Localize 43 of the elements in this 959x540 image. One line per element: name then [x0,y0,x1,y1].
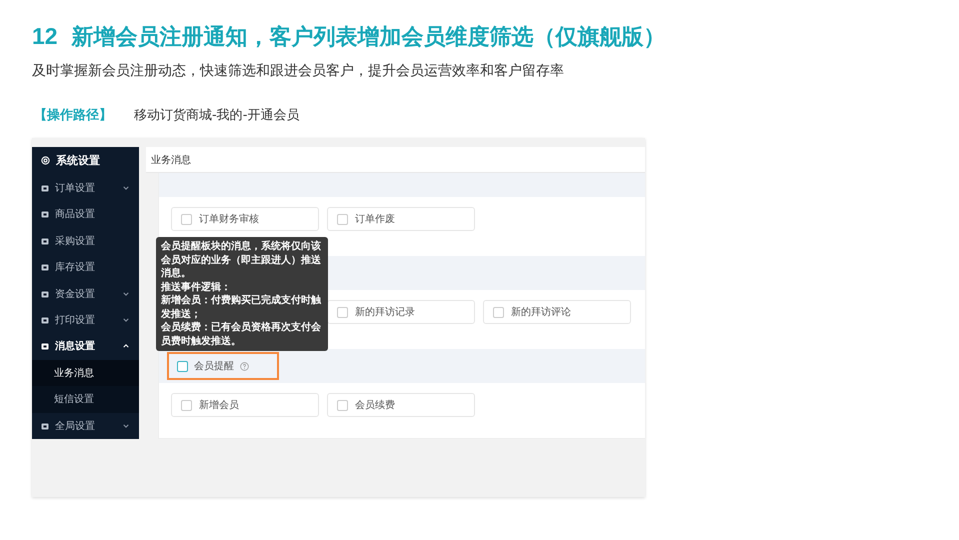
menu-item-icon [41,210,49,218]
menu-item-icon [41,422,49,430]
tooltip-text: 会员续费：已有会员资格再次支付会员费时触发推送。 [161,321,322,348]
submenu-item[interactable]: 短信设置 [32,386,139,413]
option-checkbox[interactable]: 会员续费 [327,393,475,417]
help-icon [240,362,249,370]
option-checkbox[interactable]: 订单财务审核 [171,207,319,231]
option-checkbox[interactable]: 新的拜访评论 [483,300,631,324]
chevron-icon [123,424,129,428]
chevron-icon [123,344,129,348]
page-heading: 新增会员注册通知，客户列表增加会员维度筛选（仅旗舰版） [72,24,666,52]
submenu-item[interactable]: 业务消息 [32,360,139,386]
chevron-icon [123,318,129,322]
menu-item-icon [41,290,49,298]
tooltip-text: 会员提醒板块的消息，系统将仅向该会员对应的业务（即主跟进人）推送消息。 [161,240,322,280]
page-title: 业务消息 [151,154,191,166]
menu-item-icon [41,316,49,324]
sidebar-title: 系统设置 [56,153,100,168]
option-checkbox[interactable]: 订单作废 [327,207,475,231]
subtitle: 及时掌握新会员注册动态，快速筛选和跟进会员客户，提升会员运营效率和客户留存率 [32,62,565,80]
section-number: 12 [32,23,58,50]
sidebar-item[interactable]: 打印设置 [32,306,139,334]
chevron-icon [123,292,129,296]
sidebar-item[interactable]: 订单设置 [32,174,139,202]
tooltip-text: 新增会员：付费购买已完成支付时触发推送； [161,294,322,321]
section-checkbox[interactable]: 会员提醒 [167,352,279,380]
option-checkbox[interactable]: 新的拜访记录 [327,300,475,324]
sidebar-item[interactable]: 消息设置 [32,333,139,360]
chevron-icon [123,186,129,190]
settings-icon [41,156,50,166]
option-checkbox[interactable]: 新增会员 [171,393,319,417]
menu-item-icon [41,342,49,350]
sidebar-item[interactable]: 商品设置 [32,201,139,228]
menu-item-icon [41,236,49,245]
path-text: 移动订货商城-我的-开通会员 [134,107,300,124]
sidebar-item[interactable]: 库存设置 [32,254,139,280]
menu-item-icon [41,263,49,272]
sidebar-item[interactable]: 全局设置 [32,412,139,440]
path-label: 【操作路径】 [34,107,112,124]
sidebar-item[interactable]: 资金设置 [32,280,139,307]
sidebar-item[interactable]: 采购设置 [32,228,139,254]
tooltip-text: 推送事件逻辑： [161,280,232,294]
menu-item-icon [41,184,49,192]
